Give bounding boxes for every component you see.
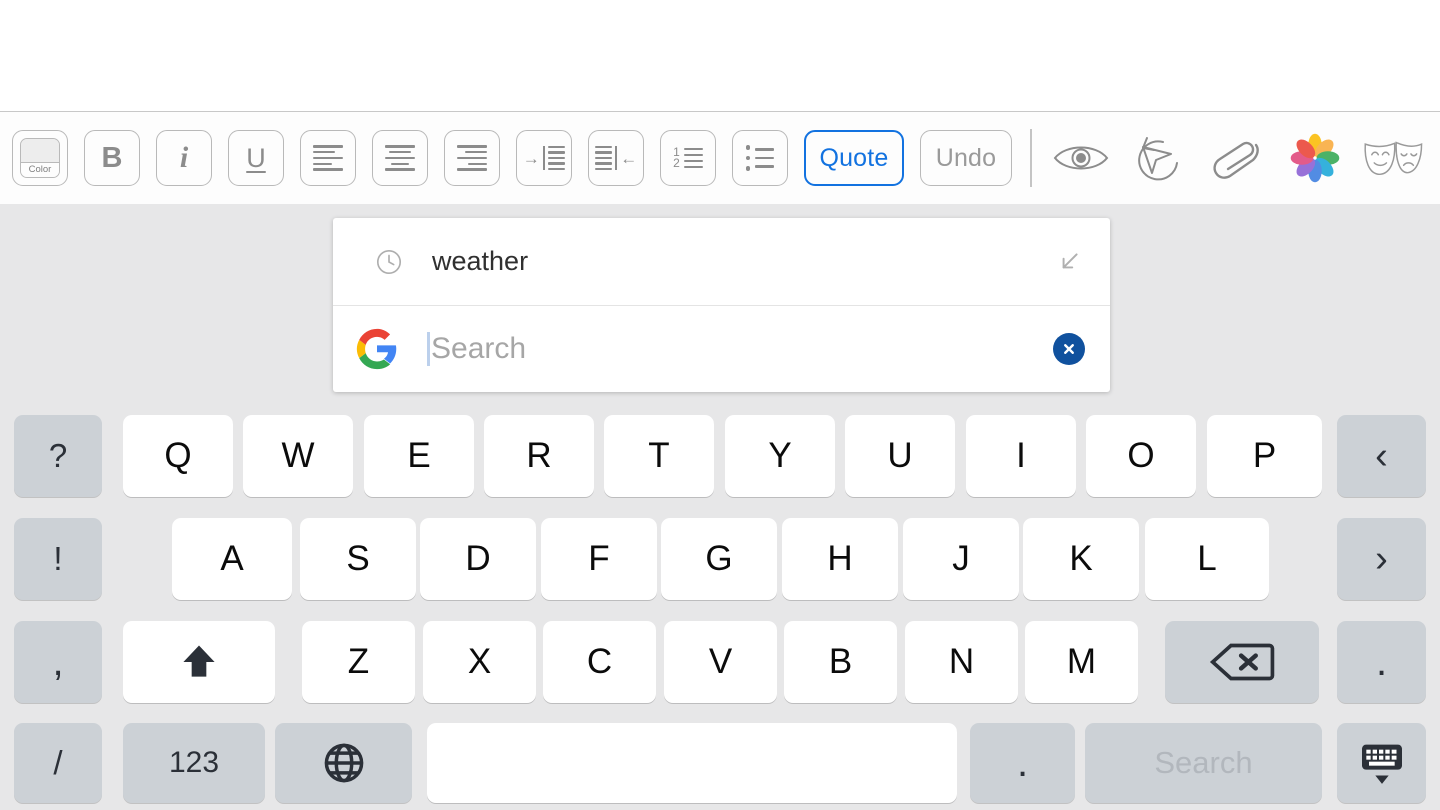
numbered-list-button[interactable]: 12 (660, 130, 716, 186)
bulleted-list-icon (745, 145, 775, 171)
outdent-icon: ← (594, 145, 637, 171)
color-swatch-label: Color (21, 162, 59, 177)
key-period[interactable]: . (970, 723, 1075, 803)
key-chevron-left[interactable]: ‹ (1337, 415, 1426, 497)
undo-label: Undo (935, 143, 997, 172)
key-globe[interactable] (275, 723, 412, 803)
indent-button[interactable]: → (516, 130, 572, 186)
key-n[interactable]: N (905, 621, 1018, 703)
key-c[interactable]: C (543, 621, 656, 703)
key-l[interactable]: L (1145, 518, 1269, 600)
preview-button[interactable] (1050, 130, 1112, 186)
paperclip-icon (1213, 141, 1259, 179)
bold-label: B (101, 141, 123, 174)
key-q[interactable]: Q (123, 415, 233, 497)
key-e[interactable]: E (364, 415, 474, 497)
arrow-down-left-icon[interactable] (1056, 249, 1082, 275)
screen: Color B i U → ← 1 2 Quote Undo weather S… (0, 0, 1440, 810)
close-icon (1064, 343, 1074, 354)
key-slash[interactable]: / (14, 723, 102, 803)
key-numbers[interactable]: 123 (123, 723, 265, 803)
italic-button[interactable]: i (156, 130, 212, 186)
key-t[interactable]: T (604, 415, 714, 497)
key-u[interactable]: U (845, 415, 955, 497)
key-backspace[interactable] (1165, 621, 1319, 703)
italic-label: i (179, 141, 189, 174)
key-exclamation-mark[interactable]: ! (14, 518, 102, 600)
key-comma[interactable]: , (14, 621, 102, 703)
key-w[interactable]: W (243, 415, 353, 497)
key-g[interactable]: G (661, 518, 777, 600)
color-swatch: Color (20, 138, 60, 178)
text-cursor (427, 331, 430, 366)
search-suggestion-row[interactable]: weather (333, 218, 1110, 306)
outdent-button[interactable]: ← (588, 130, 644, 186)
key-p[interactable]: P (1207, 415, 1322, 497)
google-search-field-row[interactable]: Search (333, 306, 1110, 391)
key-dismiss-keyboard[interactable] (1337, 723, 1426, 803)
align-right-button[interactable] (444, 130, 500, 186)
key-f[interactable]: F (541, 518, 657, 600)
key-search[interactable]: Search (1085, 723, 1322, 803)
align-right-icon (457, 144, 487, 172)
key-v[interactable]: V (664, 621, 777, 703)
bold-button[interactable]: B (84, 130, 140, 186)
color-swatch-fill (21, 139, 59, 162)
key-r[interactable]: R (484, 415, 594, 497)
key-d[interactable]: D (420, 518, 536, 600)
key-a[interactable]: A (172, 518, 292, 600)
key-s[interactable]: S (300, 518, 416, 600)
key-h[interactable]: H (782, 518, 898, 600)
undo-send-icon (1138, 137, 1178, 181)
toolbar-separator (1030, 129, 1032, 187)
theater-masks-icon (1364, 141, 1423, 176)
photos-app-icon (1290, 133, 1340, 183)
align-center-icon (385, 144, 415, 172)
compose-body[interactable] (0, 0, 1440, 112)
photos-button[interactable] (1284, 130, 1346, 186)
clock-icon (376, 249, 402, 274)
format-toolbar: Color B i U → ← 1 2 Quote Undo (0, 112, 1440, 204)
key-b[interactable]: B (784, 621, 897, 703)
underline-label: U (246, 142, 266, 173)
bulleted-list-button[interactable] (732, 130, 788, 186)
undo-send-button[interactable] (1128, 130, 1190, 186)
quote-label: Quote (819, 143, 889, 172)
key-j[interactable]: J (903, 518, 1019, 600)
align-left-button[interactable] (300, 130, 356, 186)
google-search-popup: weather Search (333, 218, 1110, 392)
numbered-list-icon: 12 (673, 146, 703, 169)
align-left-icon (313, 144, 343, 172)
underline-button[interactable]: U (228, 130, 284, 186)
key-shift[interactable] (123, 621, 275, 703)
key-y[interactable]: Y (725, 415, 835, 497)
align-center-button[interactable] (372, 130, 428, 186)
key-m[interactable]: M (1025, 621, 1138, 703)
attach-button[interactable] (1206, 130, 1268, 186)
key-period-right[interactable]: . (1337, 621, 1426, 703)
key-space[interactable] (427, 723, 957, 803)
indent-icon: → (523, 145, 566, 171)
undo-button[interactable]: Undo (920, 130, 1012, 186)
key-chevron-right[interactable]: › (1337, 518, 1426, 600)
quote-button[interactable]: Quote (804, 130, 904, 186)
clear-search-button[interactable] (1053, 332, 1085, 365)
key-question-mark[interactable]: ? (14, 415, 102, 497)
key-o[interactable]: O (1086, 415, 1196, 497)
key-x[interactable]: X (423, 621, 536, 703)
eye-icon (1053, 146, 1109, 170)
key-i[interactable]: I (966, 415, 1076, 497)
markup-button[interactable] (1362, 130, 1424, 186)
color-picker-button[interactable]: Color (12, 130, 68, 186)
google-g-icon (356, 328, 397, 369)
key-k[interactable]: K (1023, 518, 1139, 600)
search-suggestion-text: weather (432, 246, 529, 276)
search-input-placeholder[interactable]: Search (431, 332, 526, 366)
key-z[interactable]: Z (302, 621, 415, 703)
